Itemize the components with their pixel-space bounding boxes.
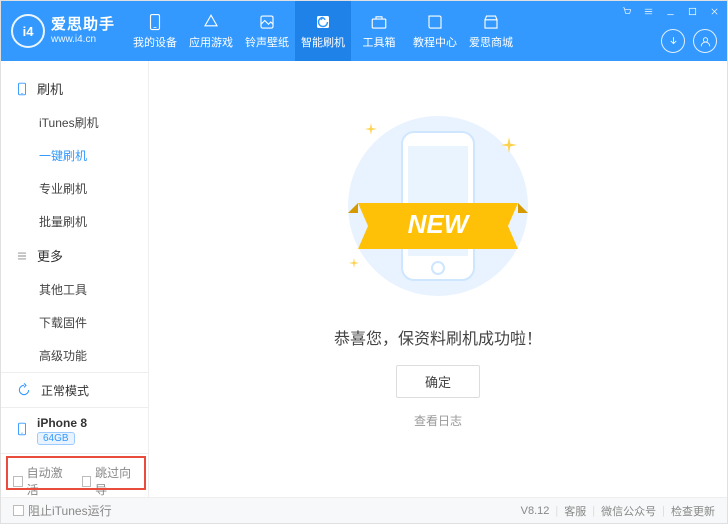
sidebar-item-pro-flash[interactable]: 专业刷机 xyxy=(39,172,148,205)
check-update-link[interactable]: 检查更新 xyxy=(671,503,715,519)
device-block[interactable]: iPhone 8 64GB xyxy=(1,407,148,453)
nav-ringtones[interactable]: 铃声壁纸 xyxy=(239,1,295,61)
svg-text:NEW: NEW xyxy=(408,209,471,239)
device-name: iPhone 8 xyxy=(37,416,87,430)
brand-logo: i4 爱思助手 www.i4.cn xyxy=(11,14,115,48)
nav-store[interactable]: 爱思商城 xyxy=(463,1,519,61)
header-circle-buttons xyxy=(661,29,717,53)
sidebar-item-advanced[interactable]: 高级功能 xyxy=(39,339,148,372)
nav-my-device[interactable]: 我的设备 xyxy=(127,1,183,61)
menu-icon[interactable] xyxy=(641,4,655,18)
brand-url: www.i4.cn xyxy=(51,34,115,45)
checkbox-auto-activate[interactable]: 自动激活 xyxy=(13,464,68,498)
activation-options: 自动激活 跳过向导 xyxy=(1,453,148,508)
refresh-icon xyxy=(15,381,33,399)
ok-button[interactable]: 确定 xyxy=(396,365,480,398)
close-icon[interactable] xyxy=(707,4,721,18)
logo-icon: i4 xyxy=(11,14,45,48)
flash-icon xyxy=(314,13,332,31)
cart-icon[interactable] xyxy=(619,4,633,18)
sparkle-icon xyxy=(501,137,517,156)
new-ribbon-icon: NEW xyxy=(348,191,528,261)
minimize-icon[interactable] xyxy=(663,4,677,18)
version-label: V8.12 xyxy=(521,505,550,517)
sidebar-item-download-firmware[interactable]: 下载固件 xyxy=(39,306,148,339)
nav-toolbox[interactable]: 工具箱 xyxy=(351,1,407,61)
book-icon xyxy=(426,13,444,31)
nav-flash[interactable]: 智能刷机 xyxy=(295,1,351,61)
sparkle-icon xyxy=(365,123,377,138)
checkbox-skip-setup[interactable]: 跳过向导 xyxy=(82,464,137,498)
support-link[interactable]: 客服 xyxy=(564,503,586,519)
brand-name: 爱思助手 xyxy=(51,17,115,34)
wechat-link[interactable]: 微信公众号 xyxy=(601,503,656,519)
phone-outline-icon xyxy=(15,82,29,96)
sidebar-item-batch-flash[interactable]: 批量刷机 xyxy=(39,205,148,238)
account-icon[interactable] xyxy=(693,29,717,53)
header: i4 爱思助手 www.i4.cn 我的设备 应用游戏 铃声壁纸 智能刷机 xyxy=(1,1,727,61)
hero-illustration: NEW xyxy=(343,111,533,301)
download-icon[interactable] xyxy=(661,29,685,53)
device-phone-icon xyxy=(15,419,29,442)
view-log-link[interactable]: 查看日志 xyxy=(414,412,462,429)
device-storage-badge: 64GB xyxy=(37,432,75,445)
success-message: 恭喜您，保资料刷机成功啦！ xyxy=(334,325,542,349)
store-icon xyxy=(482,13,500,31)
toolbox-icon xyxy=(370,13,388,31)
nav-tutorials[interactable]: 教程中心 xyxy=(407,1,463,61)
main-content: NEW 恭喜您，保资料刷机成功啦！ 确定 查看日志 xyxy=(149,61,727,497)
sidebar-section-flash[interactable]: 刷机 xyxy=(1,71,148,106)
wallpaper-icon xyxy=(258,13,276,31)
mode-label: 正常模式 xyxy=(41,382,89,399)
top-nav: 我的设备 应用游戏 铃声壁纸 智能刷机 工具箱 教程中心 xyxy=(127,1,519,61)
phone-icon xyxy=(146,13,164,31)
sidebar: 刷机 iTunes刷机 一键刷机 专业刷机 批量刷机 更多 其他工具 下载固件 … xyxy=(1,61,149,497)
sidebar-section-more[interactable]: 更多 xyxy=(1,238,148,273)
system-bar xyxy=(619,4,721,18)
nav-apps[interactable]: 应用游戏 xyxy=(183,1,239,61)
list-icon xyxy=(15,249,29,263)
maximize-icon[interactable] xyxy=(685,4,699,18)
mode-block[interactable]: 正常模式 xyxy=(1,372,148,407)
sidebar-item-other-tools[interactable]: 其他工具 xyxy=(39,273,148,306)
apps-icon xyxy=(202,13,220,31)
sidebar-item-itunes-flash[interactable]: iTunes刷机 xyxy=(39,106,148,139)
sidebar-item-oneclick-flash[interactable]: 一键刷机 xyxy=(39,139,148,172)
